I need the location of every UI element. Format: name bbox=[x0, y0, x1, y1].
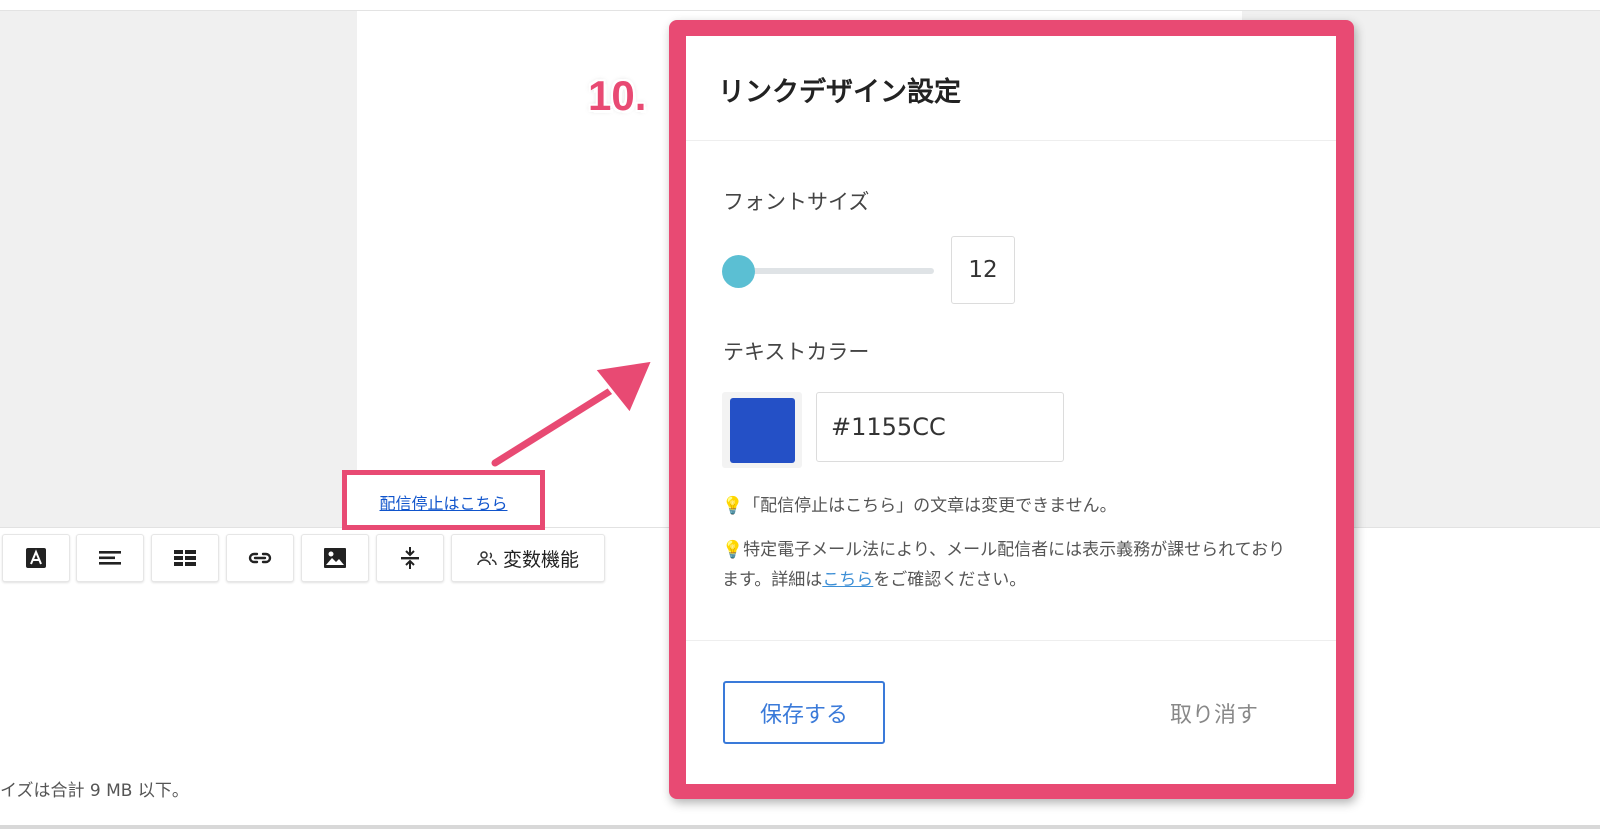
unsubscribe-link[interactable]: 配信停止はこちら bbox=[379, 490, 507, 514]
modal-footer-divider bbox=[686, 640, 1336, 641]
save-button[interactable]: 保存する bbox=[723, 681, 885, 744]
link-icon bbox=[248, 552, 272, 564]
users-icon bbox=[477, 551, 497, 566]
lightbulb-icon: 💡 bbox=[722, 540, 744, 560]
divider-icon bbox=[401, 547, 419, 569]
font-size-label: フォントサイズ bbox=[723, 190, 870, 214]
image-button[interactable] bbox=[301, 534, 369, 582]
align-left-icon bbox=[99, 551, 121, 565]
modal-title: リンクデザイン設定 bbox=[718, 77, 961, 108]
color-hex-input[interactable]: #1155CC bbox=[816, 392, 1064, 462]
lightbulb-icon: 💡 bbox=[722, 496, 744, 516]
divider-button[interactable] bbox=[376, 534, 444, 582]
align-button[interactable] bbox=[76, 534, 144, 582]
details-link[interactable]: こちら bbox=[822, 570, 873, 590]
note-unchangeable-text: 「配信停止はこちら」の文章は変更できません。 bbox=[743, 496, 1117, 516]
top-border bbox=[0, 0, 1600, 11]
color-swatch bbox=[729, 397, 795, 463]
image-icon bbox=[324, 548, 346, 568]
size-limit-note: イズは合計 9 MB 以下。 bbox=[0, 781, 189, 801]
unsubscribe-highlight: 配信停止はこちら bbox=[342, 470, 545, 530]
table-button[interactable] bbox=[151, 534, 219, 582]
annotation-arrow bbox=[489, 358, 655, 469]
font-size-slider[interactable] bbox=[734, 268, 934, 274]
note-unchangeable: 💡「配信停止はこちら」の文章は変更できません。 bbox=[722, 491, 1292, 521]
note-legal-suffix: をご確認ください。 bbox=[873, 570, 1027, 590]
variables-button[interactable]: 変数機能 bbox=[451, 534, 605, 582]
font-size-slider-thumb[interactable] bbox=[722, 255, 755, 288]
text-color-button[interactable] bbox=[2, 534, 70, 582]
bottom-border bbox=[0, 825, 1600, 829]
note-legal: 💡特定電子メール法により、メール配信者には表示義務が課せられております。詳細はこ… bbox=[722, 535, 1292, 595]
color-picker-button[interactable] bbox=[722, 392, 802, 468]
font-size-input[interactable]: 12 bbox=[951, 236, 1015, 304]
link-button[interactable] bbox=[226, 534, 294, 582]
step-number-label: 10. bbox=[588, 72, 647, 119]
text-color-icon bbox=[26, 548, 46, 568]
table-icon bbox=[174, 550, 196, 566]
variables-label: 変数機能 bbox=[502, 548, 579, 571]
text-color-label: テキストカラー bbox=[723, 340, 870, 364]
cancel-button[interactable]: 取り消す bbox=[1154, 681, 1274, 744]
link-design-modal: リンクデザイン設定 フォントサイズ 12 テキストカラー #1155CC 💡「配… bbox=[686, 36, 1336, 784]
modal-header: リンクデザイン設定 bbox=[686, 36, 1336, 141]
